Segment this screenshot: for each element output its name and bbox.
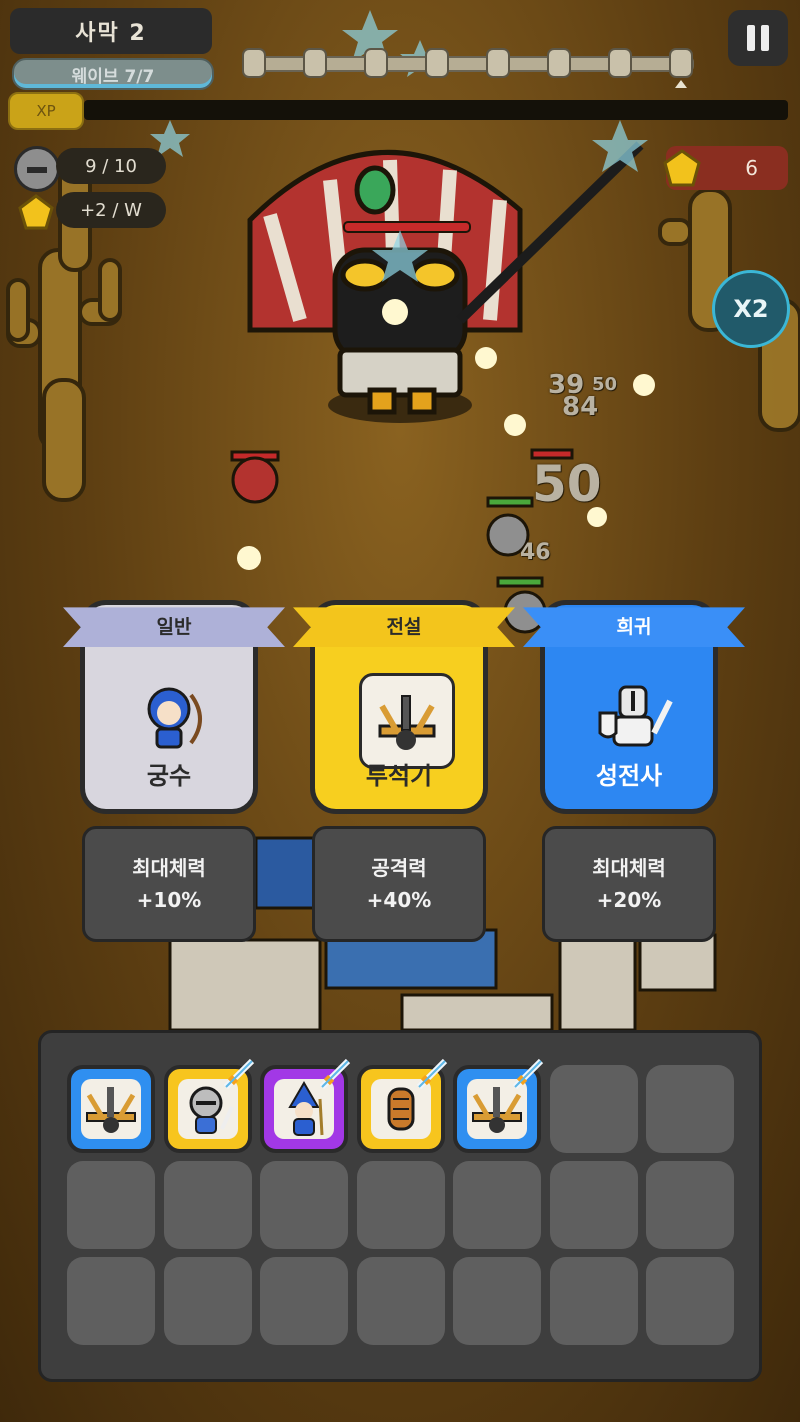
inventory-slot-knight[interactable] — [163, 1058, 254, 1153]
stat-bonus-paladin[interactable]: 최대체력 +20% — [542, 826, 716, 942]
stat-bonus-catapult[interactable]: 공격력 +40% — [312, 826, 486, 942]
catapult-icon — [359, 673, 455, 769]
rarity-label: 일반 — [156, 615, 192, 638]
stat-label: 최대체력 — [592, 856, 666, 880]
stat-bonus-archer[interactable]: 최대체력 +10% — [82, 826, 256, 942]
wave-node — [364, 48, 388, 78]
upgrade-sword-icon — [316, 1055, 354, 1093]
wave-node — [486, 48, 510, 78]
card-unit-name: 성전사 — [595, 762, 663, 790]
rarity-label: 희귀 — [616, 615, 652, 638]
inventory-slot-empty[interactable] — [260, 1257, 348, 1345]
paladin-icon — [589, 673, 679, 763]
xp-bar — [84, 100, 788, 120]
stat-value: +10% — [136, 888, 202, 912]
inventory-slot-wizard[interactable] — [260, 1058, 351, 1153]
damage-number: 50 — [532, 455, 602, 513]
inventory-slot-empty[interactable] — [549, 1257, 638, 1345]
gem-counter: 6 — [663, 146, 788, 190]
wave-node — [608, 48, 632, 78]
card-unit-name: 궁수 — [146, 762, 192, 790]
income-rate: +2 / W — [56, 192, 166, 228]
stat-value: +40% — [366, 888, 432, 912]
stage-title: 사막 2 — [10, 8, 212, 54]
inventory-slot-empty[interactable] — [453, 1161, 541, 1249]
rarity-label: 전설 — [386, 615, 422, 638]
inventory-slot-empty[interactable] — [646, 1065, 734, 1153]
card-catapult[interactable]: 전설 투석기 — [293, 600, 515, 814]
stat-value: +20% — [596, 888, 662, 912]
inventory-slot-siege-ram[interactable] — [356, 1058, 447, 1153]
gold-gem-icon — [663, 149, 701, 187]
wave-node — [303, 48, 327, 78]
inventory-slot-empty[interactable] — [163, 1257, 252, 1345]
catapult-icon — [81, 1079, 141, 1139]
inventory-slot-empty[interactable] — [356, 1257, 445, 1345]
gem-count: 6 — [745, 156, 758, 180]
card-paladin[interactable]: 희귀 성전사 — [523, 600, 745, 814]
pause-button[interactable] — [728, 10, 788, 66]
inventory-slot-empty[interactable] — [67, 1257, 155, 1345]
current-wave-marker-icon — [675, 80, 687, 88]
inventory-slot-empty[interactable] — [549, 1161, 638, 1249]
unit-count: 9 / 10 — [56, 148, 166, 184]
rarity-ribbon: 희귀 — [523, 607, 745, 647]
inventory-slot-empty[interactable] — [646, 1161, 734, 1249]
wave-progress: 웨이브 7/7 — [12, 58, 214, 90]
inventory-slot-catapult[interactable] — [453, 1058, 544, 1153]
wave-node — [547, 48, 571, 78]
wave-node — [242, 48, 266, 78]
xp-badge: XP — [8, 92, 84, 130]
inventory-slot-empty[interactable] — [356, 1161, 445, 1249]
inventory-slot-empty[interactable] — [260, 1161, 348, 1249]
card-archer[interactable]: 일반 궁수 — [63, 600, 285, 814]
rarity-ribbon: 전설 — [293, 607, 515, 647]
wave-node — [669, 48, 693, 78]
pause-icon — [747, 25, 769, 51]
speed-label: X2 — [733, 295, 769, 323]
damage-number: 46 — [520, 540, 551, 565]
upgrade-sword-icon — [509, 1055, 547, 1093]
inventory-slot-empty[interactable] — [453, 1257, 541, 1345]
card-unit-name: 투석기 — [365, 762, 433, 790]
inventory-slot-empty[interactable] — [646, 1257, 734, 1345]
stat-label: 공격력 — [371, 856, 427, 880]
damage-number: 84 — [562, 392, 599, 422]
helmet-icon — [14, 146, 60, 192]
speed-toggle-button[interactable]: X2 — [712, 270, 790, 348]
inventory-slot-empty[interactable] — [67, 1161, 155, 1249]
inventory-slot-empty[interactable] — [163, 1161, 252, 1249]
wave-node — [425, 48, 449, 78]
upgrade-sword-icon — [413, 1055, 451, 1093]
archer-icon — [129, 673, 219, 763]
unit-inventory — [38, 1030, 762, 1382]
gold-gem-icon — [16, 192, 56, 232]
inventory-slot-empty[interactable] — [549, 1065, 638, 1153]
rarity-ribbon: 일반 — [63, 607, 285, 647]
upgrade-sword-icon — [220, 1055, 258, 1093]
stat-label: 최대체력 — [132, 856, 206, 880]
inventory-slot-catapult[interactable] — [67, 1065, 155, 1153]
